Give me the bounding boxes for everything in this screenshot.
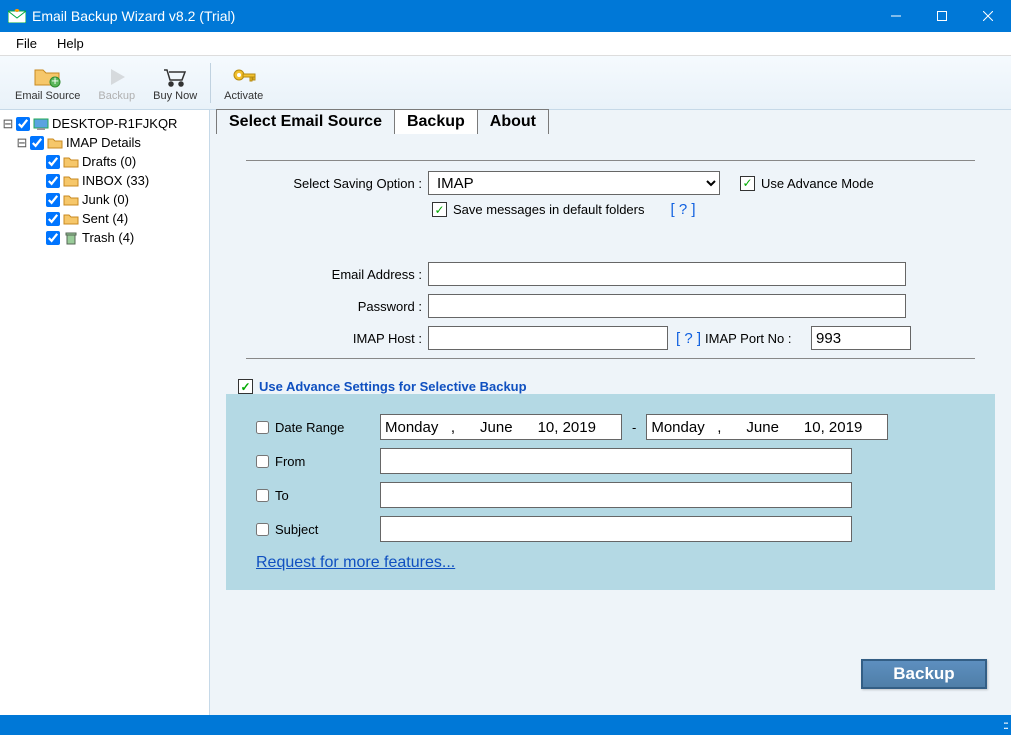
- to-label: To: [275, 488, 289, 503]
- tree-sent-checkbox[interactable]: [46, 212, 60, 226]
- folder-tree: ⊟ DESKTOP-R1FJKQR ⊟ IMAP Details Drafts …: [2, 114, 207, 247]
- advance-settings-title: Use Advance Settings for Selective Backu…: [259, 379, 527, 394]
- subject-input[interactable]: [380, 516, 852, 542]
- tree-drafts-checkbox[interactable]: [46, 155, 60, 169]
- save-default-checkbox[interactable]: ✓: [432, 202, 447, 217]
- email-source-label: Email Source: [15, 90, 80, 102]
- save-default-label: Save messages in default folders: [453, 202, 645, 217]
- imap-host-input[interactable]: [428, 326, 668, 350]
- minimize-button[interactable]: [873, 0, 919, 32]
- imap-port-label: IMAP Port No :: [701, 331, 811, 346]
- key-icon: [230, 64, 258, 90]
- backup-submit-button[interactable]: Backup: [861, 659, 987, 689]
- from-label: From: [275, 454, 305, 469]
- imap-port-input[interactable]: [811, 326, 911, 350]
- to-checkbox[interactable]: [256, 489, 269, 502]
- activate-label: Activate: [224, 90, 263, 102]
- advance-mode-checkbox[interactable]: ✓: [740, 176, 755, 191]
- date-end-input[interactable]: [646, 414, 888, 440]
- tree-drafts[interactable]: Drafts (0): [2, 152, 207, 171]
- password-input[interactable]: [428, 294, 906, 318]
- svg-text:+: +: [51, 73, 59, 88]
- subject-checkbox[interactable]: [256, 523, 269, 536]
- tree-root-checkbox[interactable]: [16, 117, 30, 131]
- titlebar: Email Backup Wizard v8.2 (Trial): [0, 0, 1011, 32]
- sidebar: ⊟ DESKTOP-R1FJKQR ⊟ IMAP Details Drafts …: [0, 110, 210, 715]
- tree-imap-checkbox[interactable]: [30, 136, 44, 150]
- from-input[interactable]: [380, 448, 852, 474]
- computer-icon: [32, 117, 50, 131]
- maximize-button[interactable]: [919, 0, 965, 32]
- tree-junk-label: Junk (0): [80, 192, 129, 207]
- folder-icon: [62, 194, 80, 206]
- tree-imap[interactable]: ⊟ IMAP Details: [2, 133, 207, 152]
- resize-grip-icon[interactable]: :::: [1003, 718, 1007, 732]
- tree-sent-label: Sent (4): [80, 211, 128, 226]
- email-input[interactable]: [428, 262, 906, 286]
- advance-mode-label: Use Advance Mode: [761, 176, 874, 191]
- to-input[interactable]: [380, 482, 852, 508]
- content-area: Select Email Source Backup About Select …: [210, 110, 1011, 715]
- collapse-icon[interactable]: ⊟: [2, 116, 14, 132]
- backup-panel: Select Saving Option : IMAP ✓ Use Advanc…: [210, 134, 1011, 715]
- menu-file[interactable]: File: [6, 33, 47, 54]
- email-label: Email Address :: [218, 267, 428, 282]
- date-range-checkbox[interactable]: [256, 421, 269, 434]
- buy-now-button[interactable]: Buy Now: [144, 59, 206, 107]
- toolbar: + Email Source Backup Buy Now Activate: [0, 56, 1011, 110]
- trash-icon: [62, 231, 80, 245]
- statusbar: :::: [0, 715, 1011, 735]
- folder-icon: [62, 156, 80, 168]
- tabs: Select Email Source Backup About: [210, 110, 1011, 134]
- tree-sent[interactable]: Sent (4): [2, 209, 207, 228]
- tree-root-label: DESKTOP-R1FJKQR: [50, 116, 177, 131]
- menu-help[interactable]: Help: [47, 33, 94, 54]
- help-link-1[interactable]: [ ? ]: [671, 201, 696, 218]
- from-checkbox[interactable]: [256, 455, 269, 468]
- tree-trash[interactable]: Trash (4): [2, 228, 207, 247]
- tree-root[interactable]: ⊟ DESKTOP-R1FJKQR: [2, 114, 207, 133]
- tree-imap-label: IMAP Details: [64, 135, 141, 150]
- folder-icon: [46, 137, 64, 149]
- tree-inbox[interactable]: INBOX (33): [2, 171, 207, 190]
- folder-icon: [62, 175, 80, 187]
- advance-settings-box: Date Range - From To Subject Reque: [226, 394, 995, 590]
- folder-icon: +: [33, 64, 63, 90]
- tree-trash-checkbox[interactable]: [46, 231, 60, 245]
- backup-label: Backup: [98, 90, 135, 102]
- date-start-input[interactable]: [380, 414, 622, 440]
- tree-trash-label: Trash (4): [80, 230, 134, 245]
- toolbar-separator: [210, 63, 211, 103]
- password-label: Password :: [218, 299, 428, 314]
- help-link-2[interactable]: [ ? ]: [676, 330, 701, 347]
- folder-icon: [62, 213, 80, 225]
- collapse-icon[interactable]: ⊟: [16, 135, 28, 151]
- menubar: File Help: [0, 32, 1011, 56]
- email-source-button[interactable]: + Email Source: [6, 59, 89, 107]
- close-button[interactable]: [965, 0, 1011, 32]
- request-features-link[interactable]: Request for more features...: [256, 554, 965, 572]
- tree-inbox-label: INBOX (33): [80, 173, 149, 188]
- subject-label: Subject: [275, 522, 318, 537]
- tree-junk-checkbox[interactable]: [46, 193, 60, 207]
- play-icon: [105, 64, 129, 90]
- tree-inbox-checkbox[interactable]: [46, 174, 60, 188]
- tree-drafts-label: Drafts (0): [80, 154, 136, 169]
- cart-icon: [161, 64, 189, 90]
- backup-button-toolbar[interactable]: Backup: [89, 59, 144, 107]
- tab-backup[interactable]: Backup: [394, 109, 478, 134]
- tab-about[interactable]: About: [477, 109, 549, 134]
- advance-settings-checkbox[interactable]: ✓: [238, 379, 253, 394]
- saving-option-select[interactable]: IMAP: [428, 171, 720, 195]
- window-title: Email Backup Wizard v8.2 (Trial): [32, 8, 873, 24]
- date-separator: -: [622, 420, 646, 435]
- tab-select-source[interactable]: Select Email Source: [216, 109, 395, 134]
- activate-button[interactable]: Activate: [215, 59, 272, 107]
- imap-host-label: IMAP Host :: [218, 331, 428, 346]
- saving-option-label: Select Saving Option :: [218, 176, 428, 191]
- buy-now-label: Buy Now: [153, 90, 197, 102]
- date-range-label: Date Range: [275, 420, 344, 435]
- tree-junk[interactable]: Junk (0): [2, 190, 207, 209]
- app-icon: [6, 9, 28, 23]
